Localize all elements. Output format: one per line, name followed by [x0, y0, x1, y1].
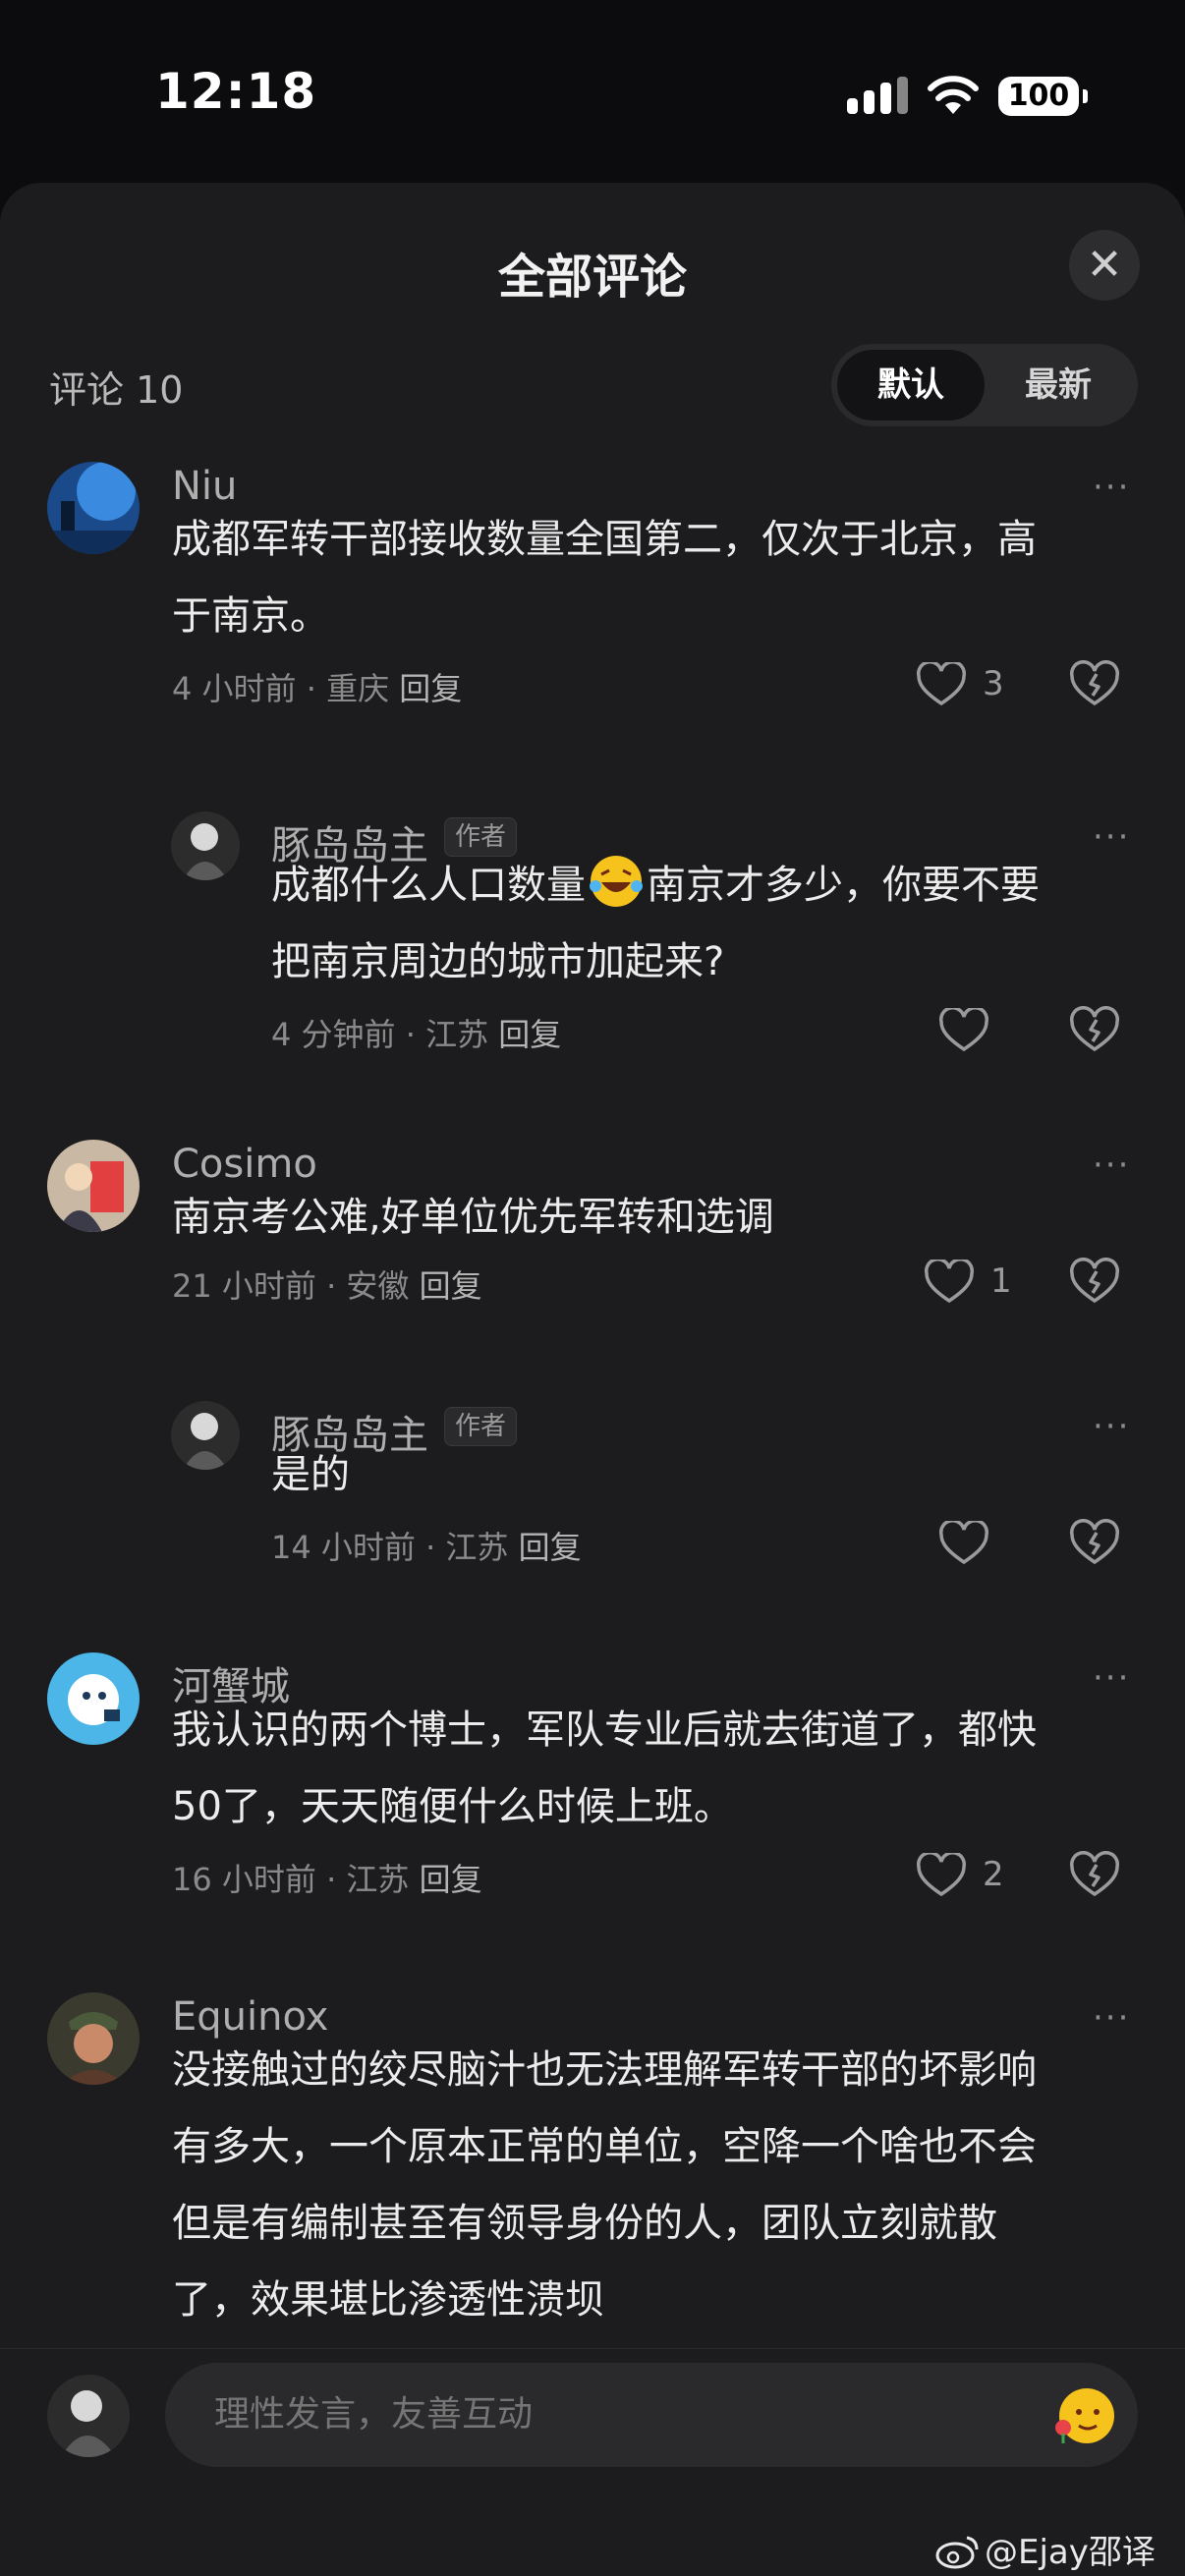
laughing-crying-emoji-icon	[588, 853, 645, 910]
reply-text: 是的	[271, 1452, 350, 1497]
reply-meta: 4 分钟前 · 江苏 回复	[271, 1016, 562, 1053]
like-icon[interactable]	[916, 1853, 967, 1898]
reply-button[interactable]: 回复	[420, 1267, 482, 1305]
reply-button[interactable]: 回复	[498, 1016, 561, 1053]
emoji-icon[interactable]	[1051, 2382, 1116, 2447]
comment-text: 南京考公难,好单位优先军转和选调	[172, 1195, 774, 1240]
close-icon: ✕	[1086, 240, 1123, 290]
avatar[interactable]	[47, 1992, 140, 2085]
dislike-icon[interactable]	[1069, 1258, 1120, 1307]
avatar[interactable]	[47, 462, 140, 554]
more-icon[interactable]: ···	[1093, 1407, 1130, 1446]
like-icon[interactable]	[938, 1008, 989, 1053]
cellular-signal-icon	[847, 77, 910, 116]
avatar[interactable]	[47, 1652, 140, 1745]
reply-button[interactable]: 回复	[420, 1861, 482, 1898]
comment-text: 我认识的两个博士，军队专业后就去街道了，都快 50了，天天随便什么时候上班。	[172, 1708, 1037, 1829]
reply-button[interactable]: 回复	[399, 670, 462, 707]
comment-input[interactable]	[165, 2363, 1138, 2467]
more-icon[interactable]: ···	[1093, 1998, 1130, 2038]
close-button[interactable]: ✕	[1069, 230, 1140, 301]
avatar[interactable]	[47, 1140, 140, 1232]
sort-toggle: 默认 最新	[831, 344, 1138, 426]
reply-item: 豚岛岛主 作者 ··· 是的 14 小时前 · 江苏 回复	[0, 1401, 1185, 1597]
like-count: 1	[990, 1261, 1012, 1301]
dislike-icon[interactable]	[1069, 1519, 1120, 1568]
comment-item: 河蟹城 ··· 我认识的两个博士，军队专业后就去街道了，都快 50了，天天随便什…	[0, 1652, 1185, 1947]
dislike-icon[interactable]	[1069, 1006, 1120, 1055]
more-icon[interactable]: ···	[1093, 817, 1130, 857]
dislike-icon[interactable]	[1069, 1851, 1120, 1900]
reply-item: 豚岛岛主 作者 ··· 成都什么人口数量 南京才多少，你要不要 把南京周边的城市加…	[0, 812, 1185, 1067]
like-icon[interactable]	[916, 662, 967, 707]
reply-meta: 14 小时前 · 江苏 回复	[271, 1529, 582, 1566]
comment-meta: 16 小时前 · 江苏 回复	[172, 1861, 482, 1898]
status-bar: 12:18 100	[0, 0, 1185, 187]
dislike-icon[interactable]	[1069, 660, 1120, 709]
comment-item: Equinox ··· 没接触过的绞尽脑汁也无法理解军转干部的坏影响 有多大，一…	[0, 1992, 1185, 2346]
more-icon[interactable]: ···	[1093, 1658, 1130, 1698]
sort-default-button[interactable]: 默认	[837, 350, 985, 420]
reply-text: 成都什么人口数量 南京才多少，你要不要 把南京周边的城市加起来?	[271, 847, 1040, 1000]
comment-item: Cosimo ··· 南京考公难,好单位优先军转和选调 21 小时前 · 安徽 …	[0, 1140, 1185, 1356]
battery-indicator: 100	[998, 77, 1088, 116]
comment-text: 成都军转干部接收数量全国第二，仅次于北京，高 于南京。	[172, 517, 1037, 639]
avatar[interactable]	[171, 1401, 240, 1470]
comment-item: Niu ··· 成都军转干部接收数量全国第二，仅次于北京，高 于南京。 4 小时…	[0, 462, 1185, 747]
comments-sheet: 全部评论 ✕ 评论 10 默认 最新 Niu ··· 成都军转干部接收数量全国第…	[0, 183, 1185, 2576]
my-avatar[interactable]	[47, 2375, 130, 2457]
author-tag: 作者	[444, 1407, 518, 1446]
like-icon[interactable]	[924, 1260, 975, 1305]
avatar[interactable]	[171, 812, 240, 880]
comment-meta: 21 小时前 · 安徽 回复	[172, 1267, 482, 1305]
sheet-title: 全部评论	[497, 250, 687, 305]
wifi-icon	[928, 76, 979, 114]
more-icon[interactable]: ···	[1093, 1146, 1130, 1185]
more-icon[interactable]: ···	[1093, 468, 1130, 507]
comment-meta: 4 小时前 · 重庆 回复	[172, 670, 463, 707]
weibo-logo-icon	[935, 2532, 981, 2569]
reply-button[interactable]: 回复	[519, 1529, 582, 1566]
status-time: 12:18	[155, 63, 317, 120]
comment-text: 没接触过的绞尽脑汁也无法理解军转干部的坏影响 有多大，一个原本正常的单位，空降一…	[172, 2047, 1037, 2323]
comment-count: 评论 10	[49, 368, 184, 412]
like-count: 3	[983, 664, 1004, 703]
like-count: 2	[983, 1855, 1004, 1894]
like-icon[interactable]	[938, 1521, 989, 1566]
sort-latest-button[interactable]: 最新	[985, 350, 1132, 420]
watermark: @Ejay邵译瑾	[935, 2525, 1185, 2576]
